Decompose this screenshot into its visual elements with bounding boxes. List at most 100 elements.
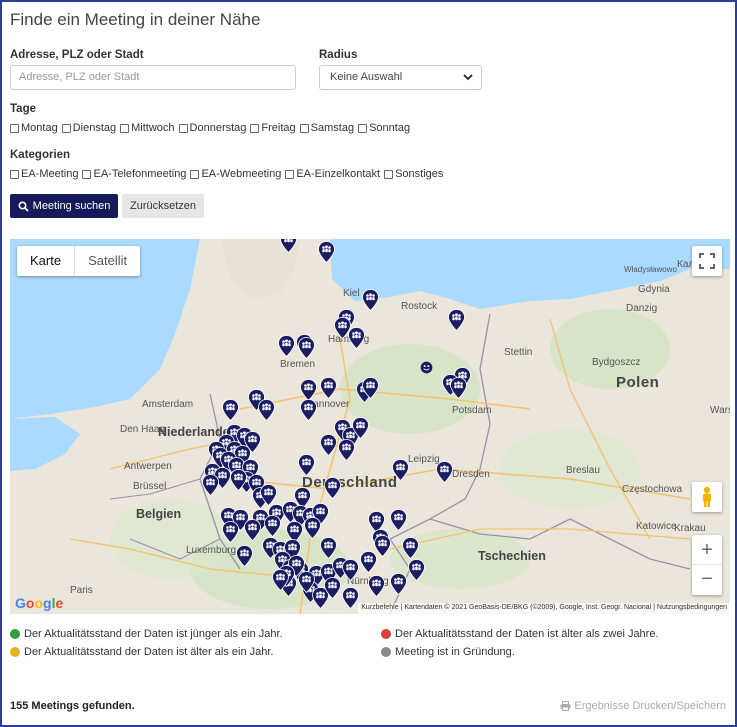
info-yellow-icon: [10, 647, 20, 657]
day-checkbox-samstag[interactable]: Samstag: [299, 122, 354, 134]
radius-select[interactable]: Keine Auswahl: [319, 65, 482, 90]
meeting-pin-icon[interactable]: [272, 569, 289, 591]
meeting-pin-icon[interactable]: [348, 327, 365, 349]
fullscreen-button[interactable]: [692, 246, 722, 276]
meeting-pin-icon[interactable]: [260, 484, 277, 506]
meeting-pin-icon[interactable]: [450, 377, 467, 399]
meeting-pin-icon[interactable]: [320, 377, 337, 399]
meeting-pin-icon[interactable]: [298, 337, 315, 359]
meeting-pin-icon[interactable]: [258, 399, 275, 421]
meeting-pin-icon[interactable]: [448, 309, 465, 331]
meeting-pin-icon[interactable]: [298, 454, 315, 476]
print-results-link[interactable]: Ergebnisse Drucken/Speichern: [560, 700, 726, 712]
meeting-pin-icon[interactable]: [300, 379, 317, 401]
meeting-pin-icon[interactable]: [320, 434, 337, 456]
map-label-gdynia: Gdynia: [638, 284, 670, 295]
day-checkbox-donnerstag[interactable]: Donnerstag: [178, 122, 246, 134]
map-label-belgien: Belgien: [136, 507, 182, 521]
meeting-pin-icon[interactable]: [362, 289, 379, 311]
chevron-down-icon: [463, 74, 473, 81]
results-count: 155 Meetings gefunden.: [10, 700, 135, 712]
meeting-pin-icon[interactable]: [338, 439, 355, 461]
meeting-pin-icon[interactable]: [230, 469, 247, 491]
meeting-pin-icon[interactable]: [352, 417, 369, 439]
days-checkbox-group: Montag Dienstag Mittwoch Donnerstag Frei…: [10, 122, 414, 134]
address-input[interactable]: Adresse, PLZ oder Stadt: [10, 65, 296, 90]
meeting-pin-icon[interactable]: [264, 515, 281, 537]
meeting-pin-icon[interactable]: [324, 577, 341, 599]
day-checkbox-mittwoch[interactable]: Mittwoch: [120, 122, 175, 134]
meeting-pin-icon[interactable]: [436, 461, 453, 483]
meeting-pin-icon[interactable]: [408, 559, 425, 581]
meeting-pin-icon[interactable]: [402, 537, 419, 559]
map-type-toggle: Karte Satellit: [17, 246, 141, 276]
category-checkbox-ea-einzelkontakt[interactable]: EA-Einzelkontakt: [285, 168, 380, 180]
meeting-pin-icon[interactable]: [300, 399, 317, 421]
category-checkbox-ea-telefonmeeting[interactable]: EA-Telefonmeeting: [82, 168, 186, 180]
meeting-pin-icon[interactable]: [362, 377, 379, 399]
checkbox-box[interactable]: [285, 169, 295, 179]
checkbox-box[interactable]: [178, 123, 188, 133]
checkbox-box[interactable]: [299, 123, 309, 133]
meeting-pin-icon[interactable]: [222, 399, 239, 421]
meeting-pin-icon[interactable]: [342, 559, 359, 581]
checkbox-box[interactable]: [10, 169, 19, 179]
map-label-czestochowa: Częstochowa: [622, 484, 683, 495]
search-icon: [18, 200, 29, 212]
category-checkbox-ea-webmeeting[interactable]: EA-Webmeeting: [190, 168, 281, 180]
checkbox-box[interactable]: [61, 123, 71, 133]
day-checkbox-montag[interactable]: Montag: [10, 122, 58, 134]
day-checkbox-dienstag[interactable]: Dienstag: [61, 122, 116, 134]
map-type-karte-button[interactable]: Karte: [17, 246, 76, 276]
map-label-krakau: Krakau: [674, 523, 706, 534]
map-label-polen: Polen: [616, 374, 660, 391]
street-view-button[interactable]: [692, 482, 722, 512]
meeting-pin-icon[interactable]: [278, 335, 295, 357]
meeting-pin-icon[interactable]: [390, 509, 407, 531]
meeting-pin-icon[interactable]: [318, 241, 335, 263]
map-type-satellit-button[interactable]: Satellit: [75, 246, 140, 276]
zoom-out-button[interactable]: −: [692, 565, 722, 595]
day-checkbox-freitag[interactable]: Freitag: [250, 122, 296, 134]
map-label-potsdam: Potsdam: [452, 405, 492, 416]
meeting-pin-icon[interactable]: [202, 474, 219, 496]
search-meeting-button[interactable]: Meeting suchen: [10, 194, 118, 218]
meeting-pin-icon[interactable]: [320, 537, 337, 559]
meeting-pin-icon[interactable]: [360, 551, 377, 573]
meeting-pin-icon[interactable]: [324, 477, 341, 499]
category-checkbox-sonstiges[interactable]: Sonstiges: [384, 168, 443, 180]
meeting-pin-icon[interactable]: [222, 521, 239, 543]
user-location-icon: [420, 361, 433, 374]
meeting-pin-icon[interactable]: [236, 545, 253, 567]
map-label-paris: Paris: [70, 585, 93, 596]
map-label-bydgoszcz: Bydgoszcz: [592, 357, 641, 368]
checkbox-box[interactable]: [384, 169, 394, 179]
meeting-pin-icon[interactable]: [280, 239, 297, 253]
map-label-brussel: Brüssel: [133, 481, 167, 492]
info-red-icon: [381, 629, 391, 639]
meeting-pin-icon[interactable]: [244, 519, 261, 541]
app-frame: Finde ein Meeting in deiner Nähe Adresse…: [0, 0, 737, 727]
reset-button-label: Zurücksetzen: [129, 200, 197, 212]
meeting-pin-icon[interactable]: [304, 517, 321, 539]
checkbox-box[interactable]: [10, 123, 19, 133]
meeting-pin-icon[interactable]: [392, 459, 409, 481]
map-label-den-haag: Den Haag: [120, 424, 166, 435]
checkbox-box[interactable]: [190, 169, 200, 179]
meeting-pin-icon[interactable]: [368, 575, 385, 597]
category-checkbox-ea-meeting[interactable]: EA-Meeting: [10, 168, 78, 180]
checkbox-box[interactable]: [358, 123, 368, 133]
map-label-bremen: Bremen: [280, 359, 316, 370]
zoom-in-button[interactable]: +: [692, 535, 722, 565]
map-label-dresden: Dresden: [452, 469, 490, 480]
map-attribution[interactable]: Kurzbefehle | Kartendaten © 2021 GeoBasi…: [358, 603, 730, 614]
checkbox-box[interactable]: [250, 123, 260, 133]
checkbox-box[interactable]: [120, 123, 130, 133]
meeting-pin-icon[interactable]: [342, 587, 359, 609]
reset-button[interactable]: Zurücksetzen: [122, 194, 204, 218]
meeting-pin-icon[interactable]: [390, 573, 407, 595]
legend-green: Der Aktualitätsstand der Daten ist jünge…: [10, 628, 283, 640]
day-checkbox-sonntag[interactable]: Sonntag: [358, 122, 410, 134]
checkbox-box[interactable]: [82, 169, 92, 179]
map-area[interactable]: Polen Deutschland Niederlande Belgien Ts…: [10, 239, 730, 614]
